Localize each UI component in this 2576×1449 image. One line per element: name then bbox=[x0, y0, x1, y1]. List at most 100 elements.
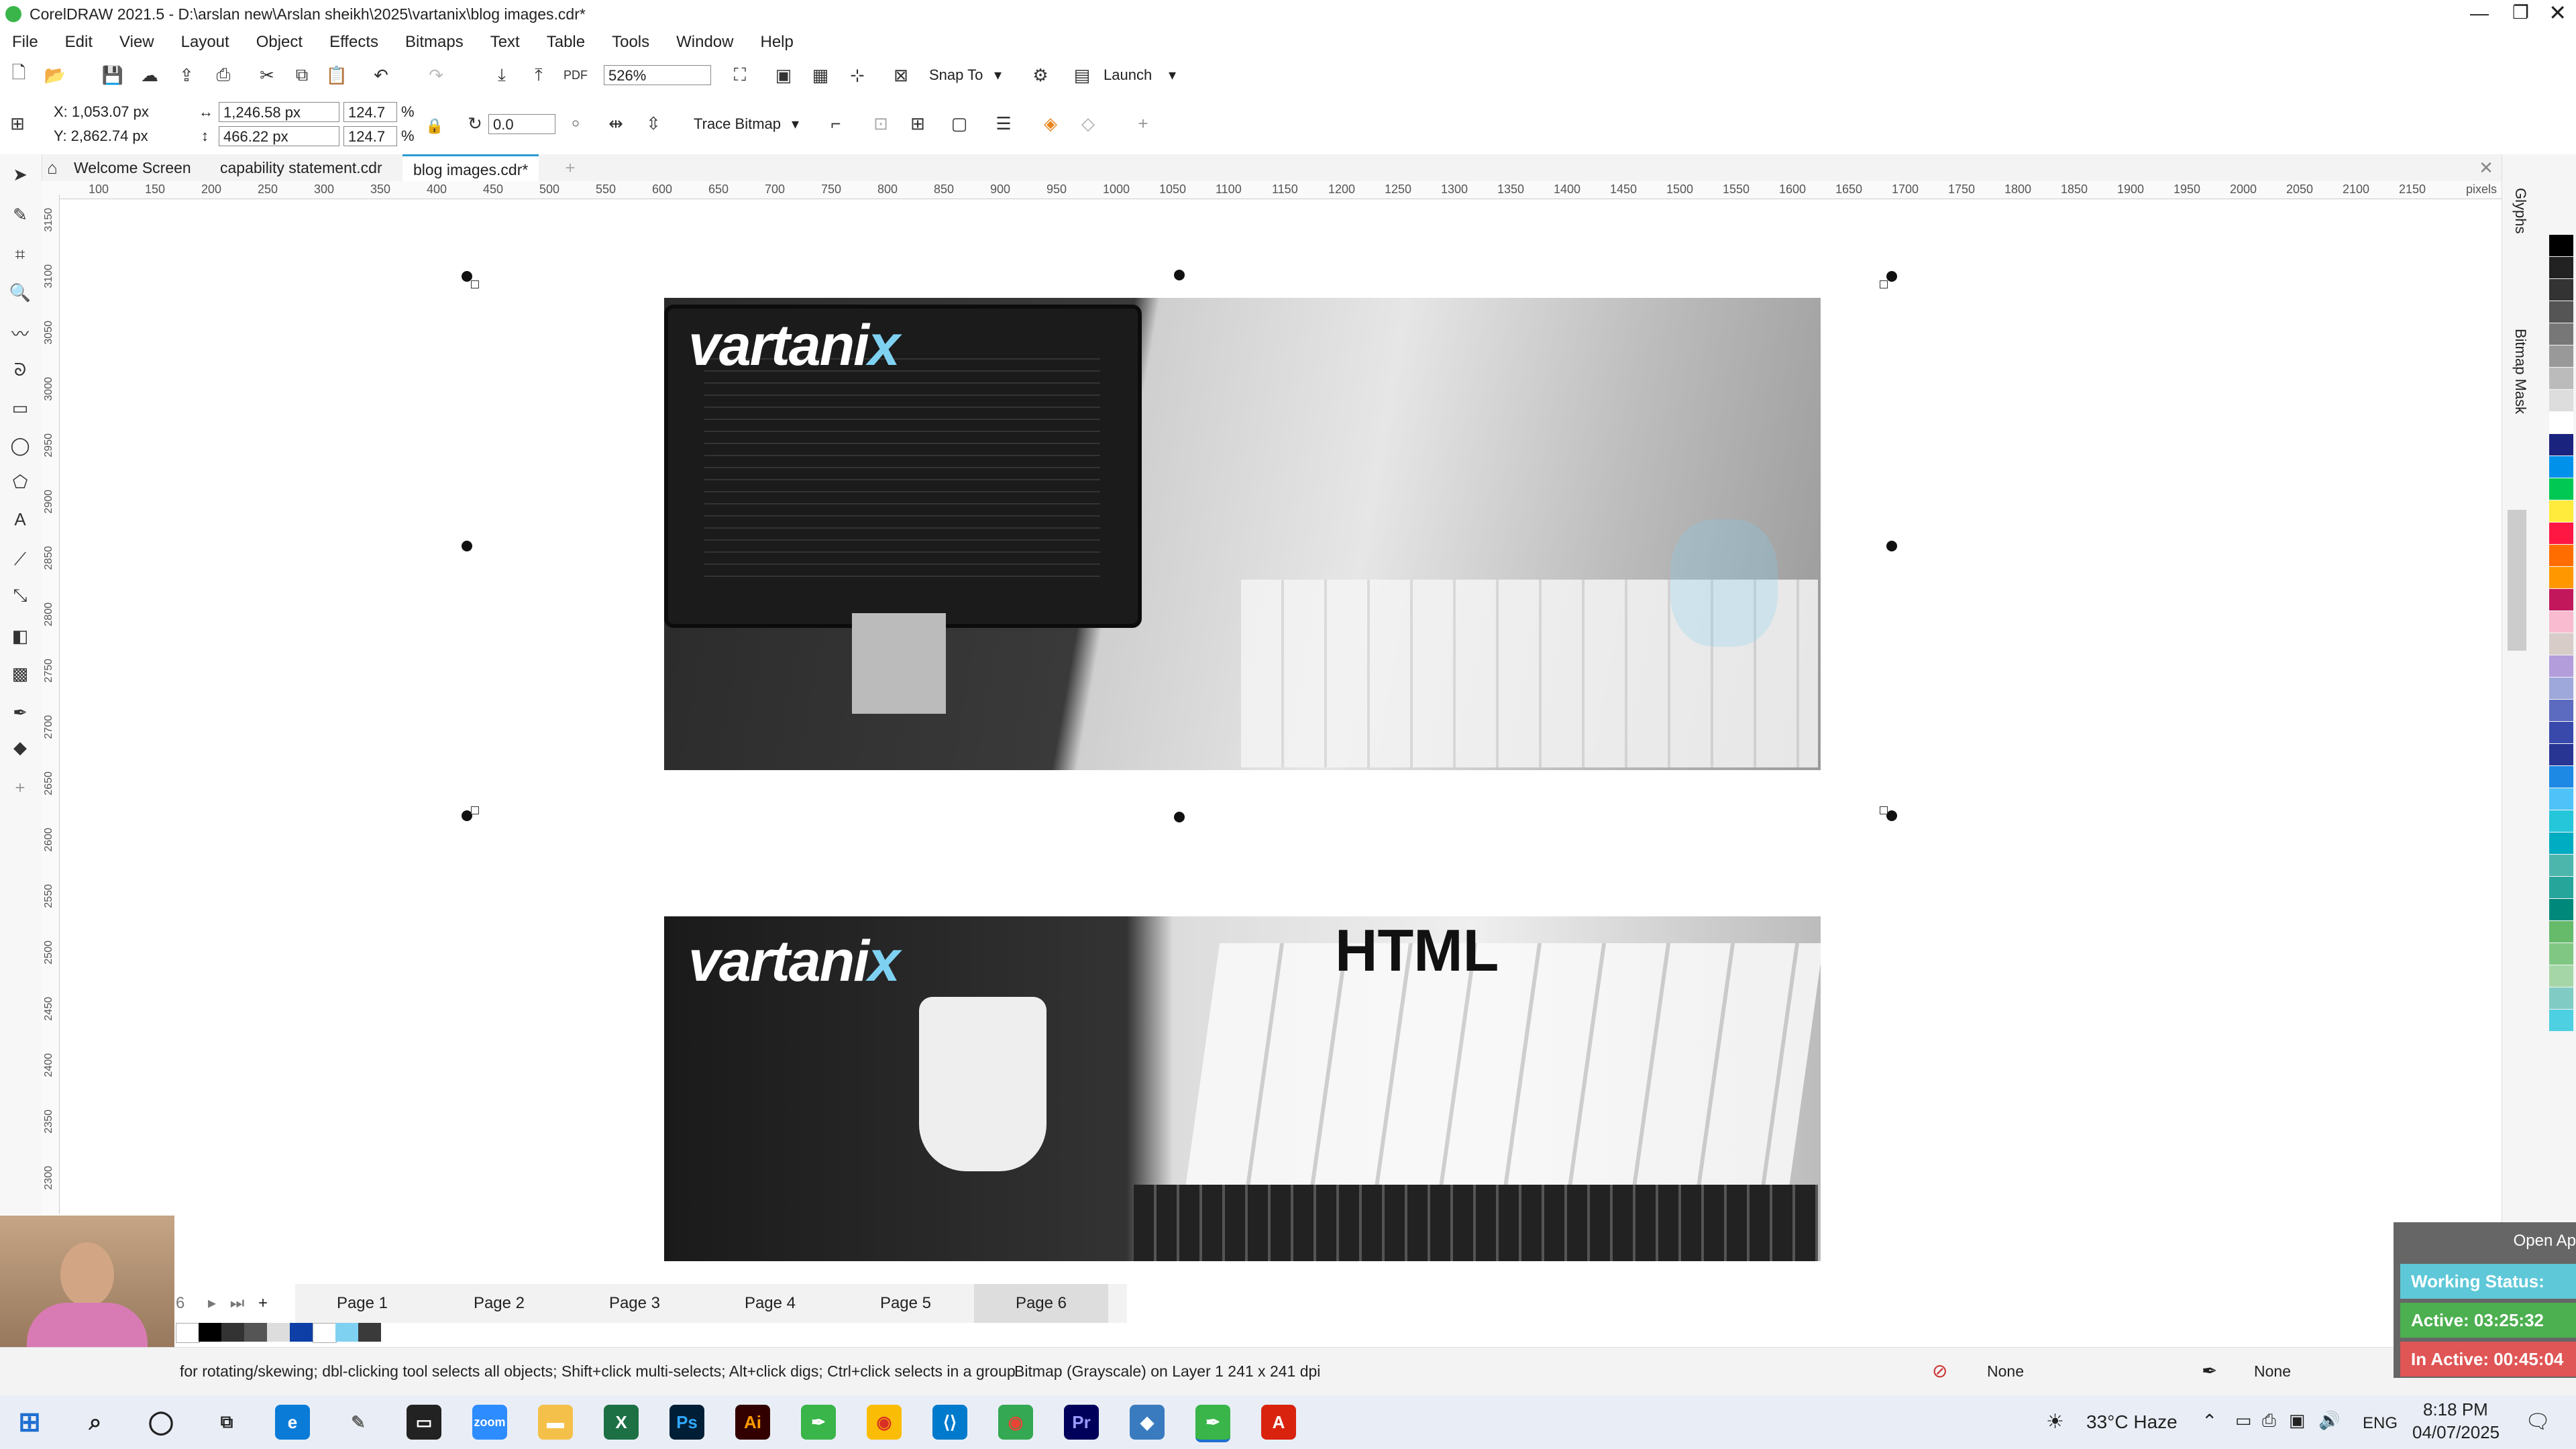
swatch-gray[interactable] bbox=[244, 1323, 267, 1342]
palette-swatch[interactable] bbox=[2549, 345, 2573, 367]
pen-icon[interactable]: ✎ bbox=[341, 1405, 376, 1440]
edge-icon[interactable]: e bbox=[275, 1405, 310, 1440]
menu-window[interactable]: Window bbox=[676, 33, 733, 52]
mirror-vertical-icon[interactable]: ⇳ bbox=[641, 111, 665, 136]
palette-swatch[interactable] bbox=[2549, 523, 2573, 544]
open-icon[interactable]: 📂 bbox=[43, 63, 67, 87]
palette-swatch[interactable] bbox=[2549, 390, 2573, 411]
export-icon[interactable]: ⤒ bbox=[527, 63, 551, 87]
palette-swatch[interactable] bbox=[2549, 412, 2573, 433]
page-tab-6[interactable]: Page 6 bbox=[974, 1284, 1108, 1323]
palette-swatch[interactable] bbox=[2549, 921, 2573, 943]
cut-icon[interactable]: ✂ bbox=[255, 63, 279, 87]
copy-icon[interactable]: ⧉ bbox=[290, 63, 314, 87]
wrap-text-icon[interactable]: ☰ bbox=[991, 111, 1016, 136]
grid-icon[interactable]: ▦ bbox=[808, 63, 833, 87]
new-tab-icon[interactable]: + bbox=[558, 156, 582, 180]
palette-swatch[interactable] bbox=[2549, 235, 2573, 256]
chevron-down-icon[interactable]: ▾ bbox=[1169, 65, 1176, 85]
vertical-scrollbar[interactable] bbox=[2508, 510, 2526, 651]
vscode-icon[interactable]: ⟨⟩ bbox=[932, 1405, 967, 1440]
layers-back-icon[interactable]: ◇ bbox=[1076, 111, 1100, 136]
zoom-tool-icon[interactable]: 🔍 bbox=[8, 280, 32, 305]
palette-swatch[interactable] bbox=[2549, 987, 2573, 1009]
shape-tool-icon[interactable]: ✎ bbox=[8, 203, 32, 227]
menu-effects[interactable]: Effects bbox=[329, 33, 378, 52]
y-position-field[interactable]: Y: 2,862.74 px bbox=[50, 126, 184, 146]
palette-swatch[interactable] bbox=[2549, 877, 2573, 898]
blog-image-team-meeting[interactable]: vartanix bbox=[664, 298, 1821, 770]
palette-swatch[interactable] bbox=[2549, 788, 2573, 810]
lock-ratio-icon[interactable]: 🔒 bbox=[423, 114, 447, 138]
printer-icon[interactable]: ⎙ bbox=[2262, 1410, 2276, 1432]
trace-bitmap-dropdown[interactable]: Trace Bitmap bbox=[694, 114, 781, 134]
tab-capability-statement[interactable]: capability statement.cdr bbox=[209, 154, 393, 181]
page-tab-2[interactable]: Page 2 bbox=[432, 1284, 566, 1323]
maximize-button[interactable]: ❐ bbox=[2512, 1, 2529, 23]
pdf-icon[interactable]: PDF bbox=[564, 63, 588, 87]
app-icon[interactable]: ◆ bbox=[1130, 1405, 1165, 1440]
import-icon[interactable]: ⤓ bbox=[490, 63, 514, 87]
selection-handle[interactable] bbox=[1886, 271, 1897, 282]
file-explorer-icon[interactable]: ▬ bbox=[538, 1405, 573, 1440]
page-tab-1[interactable]: Page 1 bbox=[295, 1284, 429, 1323]
swatch-charcoal[interactable] bbox=[358, 1323, 381, 1342]
ellipse-tool-icon[interactable]: ◯ bbox=[8, 433, 32, 458]
start-icon[interactable]: ⊞ bbox=[12, 1405, 47, 1440]
swatch-cyan[interactable] bbox=[335, 1323, 358, 1342]
menu-table[interactable]: Table bbox=[547, 33, 585, 52]
page-tab-5[interactable]: Page 5 bbox=[839, 1284, 973, 1323]
palette-swatch[interactable] bbox=[2549, 545, 2573, 566]
launch-icon[interactable]: ▤ bbox=[1070, 63, 1094, 87]
selection-handle[interactable] bbox=[1886, 541, 1897, 551]
bitmap-node[interactable] bbox=[1880, 280, 1888, 288]
swatch-white[interactable] bbox=[313, 1323, 337, 1343]
full-screen-icon[interactable]: ▣ bbox=[771, 63, 796, 87]
snap-to-dropdown[interactable]: Snap To bbox=[929, 65, 983, 85]
resample-icon[interactable]: ⊞ bbox=[906, 111, 930, 136]
palette-swatch[interactable] bbox=[2549, 323, 2573, 345]
minimize-button[interactable]: — bbox=[2470, 3, 2489, 24]
print-icon[interactable]: ⎙ bbox=[211, 63, 235, 87]
drawing-canvas[interactable]: vartanix HTML vartanix bbox=[60, 200, 2489, 1261]
palette-swatch[interactable] bbox=[2549, 589, 2573, 610]
bitmap-node[interactable] bbox=[471, 806, 479, 814]
rotation-field[interactable]: 0.0 bbox=[488, 114, 555, 134]
acrobat-icon[interactable]: A bbox=[1261, 1405, 1296, 1440]
layers-front-icon[interactable]: ◈ bbox=[1038, 111, 1063, 136]
outline-pen-icon[interactable]: ✒ bbox=[2202, 1360, 2217, 1382]
clock-time[interactable]: 8:18 PM bbox=[2423, 1399, 2488, 1420]
palette-swatch[interactable] bbox=[2549, 567, 2573, 588]
palette-swatch[interactable] bbox=[2549, 833, 2573, 854]
selection-handle[interactable] bbox=[462, 541, 472, 551]
palette-swatch[interactable] bbox=[2549, 744, 2573, 765]
scale-height-field[interactable]: 124.7 bbox=[343, 126, 397, 146]
weather-text[interactable]: 33°C Haze bbox=[2086, 1411, 2178, 1433]
meet-icon[interactable]: ▭ bbox=[2235, 1410, 2252, 1431]
palette-swatch[interactable] bbox=[2549, 434, 2573, 455]
bitmap-node[interactable] bbox=[471, 280, 479, 288]
close-tab-icon[interactable]: ✕ bbox=[2474, 156, 2498, 180]
palette-swatch[interactable] bbox=[2549, 500, 2573, 522]
excel-icon[interactable]: X bbox=[604, 1405, 639, 1440]
menu-tools[interactable]: Tools bbox=[612, 33, 649, 52]
volume-icon[interactable]: 🔊 bbox=[2318, 1410, 2340, 1431]
blog-image-html-laptop[interactable]: HTML vartanix bbox=[664, 916, 1821, 1261]
bitmap-mask-tab[interactable]: Bitmap Mask bbox=[2512, 329, 2529, 414]
swatch-white[interactable] bbox=[176, 1323, 200, 1343]
palette-swatch[interactable] bbox=[2549, 368, 2573, 389]
save-icon[interactable]: 💾 bbox=[101, 63, 125, 87]
menu-file[interactable]: File bbox=[12, 33, 38, 52]
palette-swatch[interactable] bbox=[2549, 301, 2573, 323]
x-position-field[interactable]: X: 1,053.07 px bbox=[50, 102, 184, 122]
transparency-icon[interactable]: ▩ bbox=[8, 661, 32, 686]
menu-help[interactable]: Help bbox=[760, 33, 793, 52]
undo-icon[interactable]: ↶ bbox=[369, 63, 393, 87]
palette-swatch[interactable] bbox=[2549, 633, 2573, 655]
edit-bitmap-icon[interactable]: ⌐ bbox=[824, 111, 848, 136]
chevron-down-icon[interactable]: ▾ bbox=[792, 114, 799, 134]
menu-edit[interactable]: Edit bbox=[65, 33, 93, 52]
open-app-link[interactable]: Open Ap bbox=[2400, 1224, 2576, 1258]
palette-swatch[interactable] bbox=[2549, 678, 2573, 699]
search-icon[interactable]: ⌕ bbox=[78, 1405, 113, 1440]
